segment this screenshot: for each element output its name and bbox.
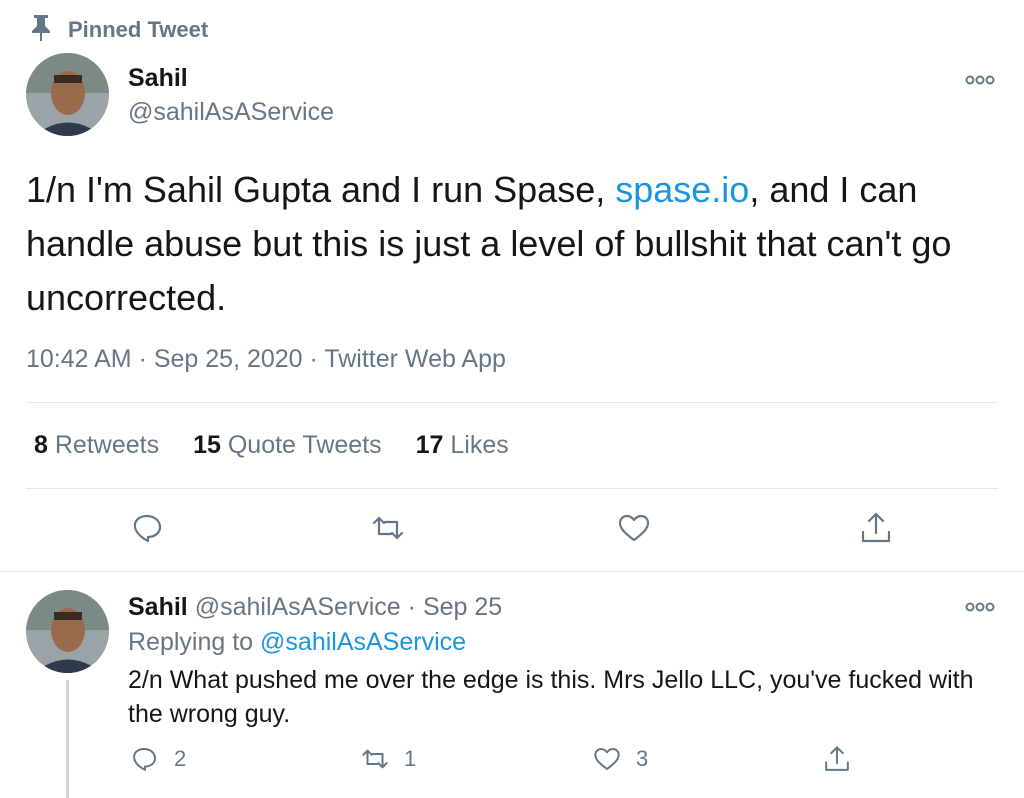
like-icon bbox=[594, 748, 620, 770]
quotes-count: 15 bbox=[193, 431, 221, 459]
retweets-label: Retweets bbox=[54, 431, 160, 459]
reply-button[interactable] bbox=[130, 510, 166, 546]
divider bbox=[26, 488, 998, 489]
reply-like-button[interactable]: 3 bbox=[592, 744, 648, 774]
likes-label: Likes bbox=[450, 431, 509, 459]
retweets-stat[interactable]: 8 Retweets bbox=[34, 431, 159, 460]
reply-header: Sahil @sahilAsAService · Sep 25 bbox=[128, 593, 502, 622]
more-button[interactable] bbox=[964, 73, 996, 87]
reply-count: 2 bbox=[174, 746, 187, 771]
avatar[interactable] bbox=[26, 53, 109, 136]
share-icon bbox=[825, 746, 849, 771]
like-count: 3 bbox=[636, 746, 649, 771]
like-button[interactable] bbox=[616, 510, 652, 546]
thread-line bbox=[66, 680, 69, 798]
divider bbox=[26, 402, 998, 403]
reply-text: 2/n What pushed me over the edge is this… bbox=[128, 666, 974, 728]
replying-handle-link[interactable]: @sahilAsAService bbox=[260, 628, 466, 656]
tweet-meta[interactable]: 10:42 AM · Sep 25, 2020 · Twitter Web Ap… bbox=[26, 345, 506, 374]
replying-prefix: Replying to bbox=[128, 628, 254, 656]
retweets-count: 8 bbox=[34, 431, 48, 459]
tweet-actions bbox=[0, 510, 1024, 554]
pinned-tweet-header: Pinned Tweet bbox=[28, 14, 208, 46]
reply-date[interactable]: Sep 25 bbox=[423, 593, 502, 621]
reply-icon bbox=[133, 514, 162, 543]
likes-stat[interactable]: 17 Likes bbox=[416, 431, 509, 460]
author-handle[interactable]: @sahilAsAService bbox=[128, 98, 334, 127]
reply-author-handle[interactable]: @sahilAsAService bbox=[195, 593, 401, 621]
avatar[interactable] bbox=[26, 590, 109, 673]
more-button[interactable] bbox=[964, 600, 996, 614]
replying-to: Replying to @sahilAsAService bbox=[128, 628, 466, 657]
retweet-button[interactable] bbox=[370, 510, 406, 546]
pinned-label: Pinned Tweet bbox=[68, 17, 209, 42]
share-icon bbox=[861, 512, 891, 543]
reply-reply-button[interactable]: 2 bbox=[130, 744, 186, 774]
divider bbox=[0, 571, 1024, 572]
reply-icon bbox=[133, 748, 156, 771]
more-icon bbox=[965, 75, 995, 85]
like-icon bbox=[618, 514, 650, 542]
retweet-icon bbox=[362, 749, 388, 769]
tweet-stats: 8 Retweets 15 Quote Tweets 17 Likes bbox=[34, 431, 509, 460]
tweet-link[interactable]: spase.io bbox=[615, 169, 749, 210]
pin-icon bbox=[28, 13, 54, 47]
reply-author-name[interactable]: Sahil bbox=[128, 593, 188, 621]
tweet-text: 1/n I'm Sahil Gupta and I run Spase, spa… bbox=[26, 163, 986, 325]
tweet-text-part: 1/n I'm Sahil Gupta and I run Spase, bbox=[26, 169, 616, 210]
retweet-icon bbox=[372, 516, 404, 540]
share-button[interactable] bbox=[858, 510, 894, 546]
more-icon bbox=[965, 602, 995, 612]
quotes-stat[interactable]: 15 Quote Tweets bbox=[193, 431, 382, 460]
reply-share-button[interactable] bbox=[822, 744, 852, 774]
quotes-label: Quote Tweets bbox=[227, 431, 382, 459]
retweet-count: 1 bbox=[404, 746, 417, 771]
reply-retweet-button[interactable]: 1 bbox=[360, 744, 416, 774]
likes-count: 17 bbox=[415, 431, 444, 459]
separator: · bbox=[407, 593, 416, 621]
author-name[interactable]: Sahil bbox=[128, 64, 188, 93]
